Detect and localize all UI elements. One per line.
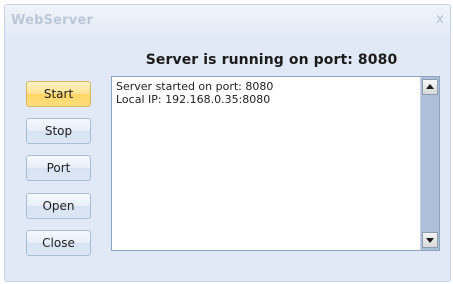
close-button[interactable]: Close <box>26 230 91 256</box>
stop-button[interactable]: Stop <box>26 118 91 144</box>
log-line: Local IP: 192.168.0.35:8080 <box>116 93 271 106</box>
start-button[interactable]: Start <box>26 81 91 107</box>
log-textarea[interactable]: Server started on port: 8080 Local IP: 1… <box>111 76 440 251</box>
title-bar: WebServer x <box>5 5 450 35</box>
port-button[interactable]: Port <box>26 155 91 181</box>
open-button[interactable]: Open <box>26 193 91 219</box>
close-icon[interactable]: x <box>433 13 447 27</box>
server-status-heading: Server is running on port: 8080 <box>145 52 398 68</box>
log-line: Server started on port: 8080 <box>116 80 274 93</box>
window-title: WebServer <box>11 13 94 28</box>
log-content: Server started on port: 8080 Local IP: 1… <box>116 80 416 106</box>
down-arrow-icon[interactable] <box>422 232 438 248</box>
up-arrow-icon[interactable] <box>422 79 438 95</box>
webserver-window: WebServer x Server is running on port: 8… <box>4 4 451 282</box>
vertical-scrollbar[interactable] <box>420 77 439 250</box>
